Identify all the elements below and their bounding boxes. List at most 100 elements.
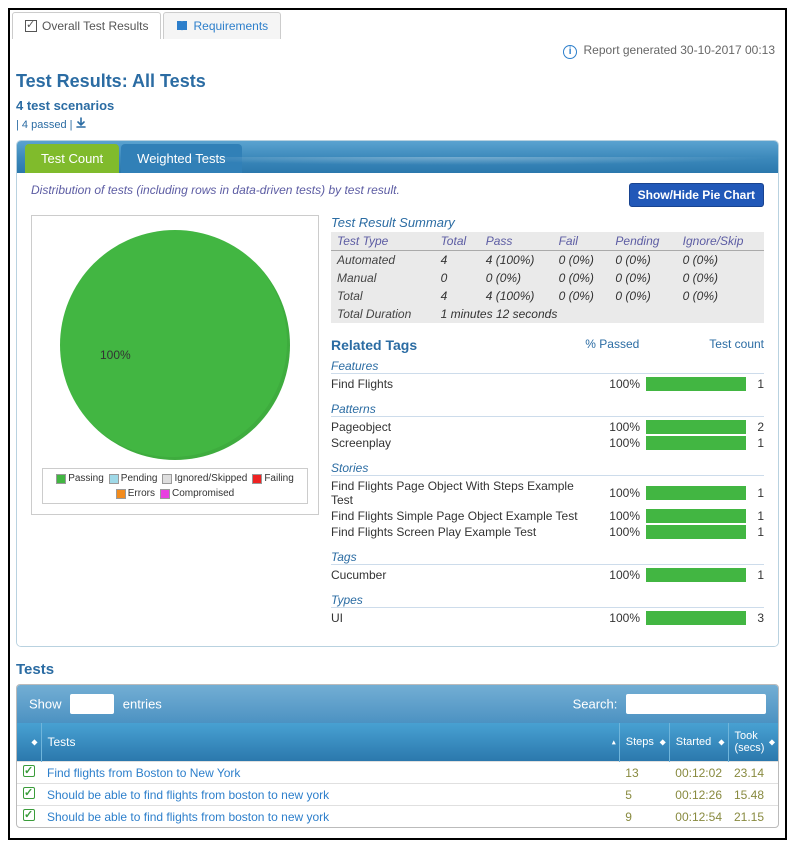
tag-row: Find Flights100%1 [331, 376, 764, 392]
tag-name[interactable]: Find Flights Simple Page Object Example … [331, 509, 591, 523]
summary-table: Test Type Total Pass Fail Pending Ignore… [331, 232, 764, 323]
table-row: Automated44 (100%)0 (0%)0 (0%)0 (0%) [331, 251, 764, 270]
info-icon: i [563, 45, 577, 59]
test-link[interactable]: Should be able to find flights from bost… [47, 788, 329, 802]
sort-icon: ◆ [718, 738, 724, 747]
group-label: Types [331, 593, 764, 608]
tag-name[interactable]: Find Flights Page Object With Steps Exam… [331, 479, 591, 507]
col-started[interactable]: Started◆ [669, 723, 728, 762]
check-icon [23, 809, 35, 821]
col-tests[interactable]: Tests▴ [41, 723, 619, 762]
entries-input[interactable] [70, 694, 114, 714]
progress-bar [646, 611, 746, 625]
report-timestamp: Report generated 30-10-2017 00:13 [584, 43, 775, 57]
sort-icon: ◆ [769, 738, 775, 747]
swatch-ignored [162, 474, 172, 484]
pass-summary-text: | 4 passed | [16, 119, 72, 131]
tag-group: Features Find Flights100%1 [331, 359, 764, 392]
group-label: Stories [331, 461, 764, 476]
page-title: Test Results: All Tests [16, 71, 779, 92]
tab-label: Overall Test Results [42, 19, 148, 33]
tag-row: UI100%3 [331, 610, 764, 626]
toggle-pie-button[interactable]: Show/Hide Pie Chart [629, 183, 764, 207]
tag-name[interactable]: Screenplay [331, 436, 591, 450]
tag-row: Pageobject100%2 [331, 419, 764, 435]
outer-tabs: Overall Test Results Requirements [12, 12, 783, 39]
tests-panel: Show entries Search: ◆ Tests▴ Steps◆ Sta… [16, 684, 779, 828]
tag-name[interactable]: Pageobject [331, 420, 591, 434]
scenarios-count: 4 test scenarios [16, 98, 779, 113]
swatch-pending [109, 474, 119, 484]
checkbox-icon [25, 20, 37, 32]
tag-row: Cucumber100%1 [331, 567, 764, 583]
pie-chart-box: 100% Passing Pending Ignored/Skipped Fai… [31, 215, 319, 515]
col-passed-label: % Passed [585, 337, 639, 353]
tab-test-count[interactable]: Test Count [25, 144, 119, 173]
col-status[interactable]: ◆ [17, 723, 41, 762]
sort-icon: ◆ [31, 738, 37, 747]
group-label: Patterns [331, 402, 764, 417]
book-icon [176, 20, 188, 32]
pie-label: 100% [100, 348, 131, 362]
check-icon [23, 787, 35, 799]
tag-row: Find Flights Simple Page Object Example … [331, 508, 764, 524]
search-label: Search: [573, 697, 618, 712]
progress-bar [646, 509, 746, 523]
download-icon[interactable] [75, 117, 87, 132]
progress-bar [646, 486, 746, 500]
sort-icon: ◆ [660, 738, 666, 747]
progress-bar [646, 420, 746, 434]
tag-group: Types UI100%3 [331, 593, 764, 626]
tag-group: Tags Cucumber100%1 [331, 550, 764, 583]
progress-bar [646, 377, 746, 391]
group-label: Tags [331, 550, 764, 565]
tab-overall-results[interactable]: Overall Test Results [12, 12, 161, 39]
tag-name[interactable]: Cucumber [331, 568, 591, 582]
show-label: Show [29, 697, 62, 712]
table-row: Should be able to find flights from bost… [17, 784, 778, 806]
tag-name[interactable]: Find Flights Screen Play Example Test [331, 525, 591, 539]
swatch-errors [116, 489, 126, 499]
tag-row: Find Flights Page Object With Steps Exam… [331, 478, 764, 508]
related-tags-title: Related Tags [331, 337, 417, 353]
tag-group: Patterns Pageobject100%2Screenplay100%1 [331, 402, 764, 451]
tab-label: Requirements [193, 19, 268, 33]
tag-name[interactable]: Find Flights [331, 377, 591, 391]
tab-weighted-tests[interactable]: Weighted Tests [121, 144, 241, 173]
swatch-failing [252, 474, 262, 484]
progress-bar [646, 436, 746, 450]
test-link[interactable]: Find flights from Boston to New York [47, 766, 240, 780]
results-panel: Test Count Weighted Tests Distribution o… [16, 140, 779, 647]
chart-legend: Passing Pending Ignored/Skipped Failing … [42, 468, 308, 504]
tab-requirements[interactable]: Requirements [163, 12, 281, 39]
pass-summary-row: | 4 passed | [16, 117, 779, 132]
progress-bar [646, 525, 746, 539]
table-row: Find flights from Boston to New York1300… [17, 762, 778, 784]
tag-row: Find Flights Screen Play Example Test100… [331, 524, 764, 540]
inner-tabs: Test Count Weighted Tests [17, 141, 778, 173]
swatch-compromised [160, 489, 170, 499]
tests-heading: Tests [16, 661, 779, 678]
entries-label: entries [123, 697, 162, 712]
col-count-label: Test count [709, 337, 764, 353]
col-took[interactable]: Took (secs)◆ [728, 723, 778, 762]
check-icon [23, 765, 35, 777]
swatch-passing [56, 474, 66, 484]
tag-row: Screenplay100%1 [331, 435, 764, 451]
table-row: Manual00 (0%)0 (0%)0 (0%)0 (0%) [331, 269, 764, 287]
tag-group: Stories Find Flights Page Object With Ste… [331, 461, 764, 540]
search-input[interactable] [626, 694, 766, 714]
progress-bar [646, 568, 746, 582]
table-row: Should be able to find flights from bost… [17, 806, 778, 828]
tests-table: ◆ Tests▴ Steps◆ Started◆ Took (secs)◆ Fi… [17, 723, 778, 827]
report-timestamp-row: i Report generated 30-10-2017 00:13 [12, 39, 783, 63]
pie-chart: 100% [60, 230, 290, 460]
description-text: Distribution of tests (including rows in… [31, 183, 629, 197]
sort-icon: ▴ [612, 738, 616, 747]
summary-title: Test Result Summary [331, 215, 764, 230]
table-row: Total44 (100%)0 (0%)0 (0%)0 (0%) [331, 287, 764, 305]
col-steps[interactable]: Steps◆ [619, 723, 669, 762]
group-label: Features [331, 359, 764, 374]
tag-name[interactable]: UI [331, 611, 591, 625]
test-link[interactable]: Should be able to find flights from bost… [47, 810, 329, 824]
